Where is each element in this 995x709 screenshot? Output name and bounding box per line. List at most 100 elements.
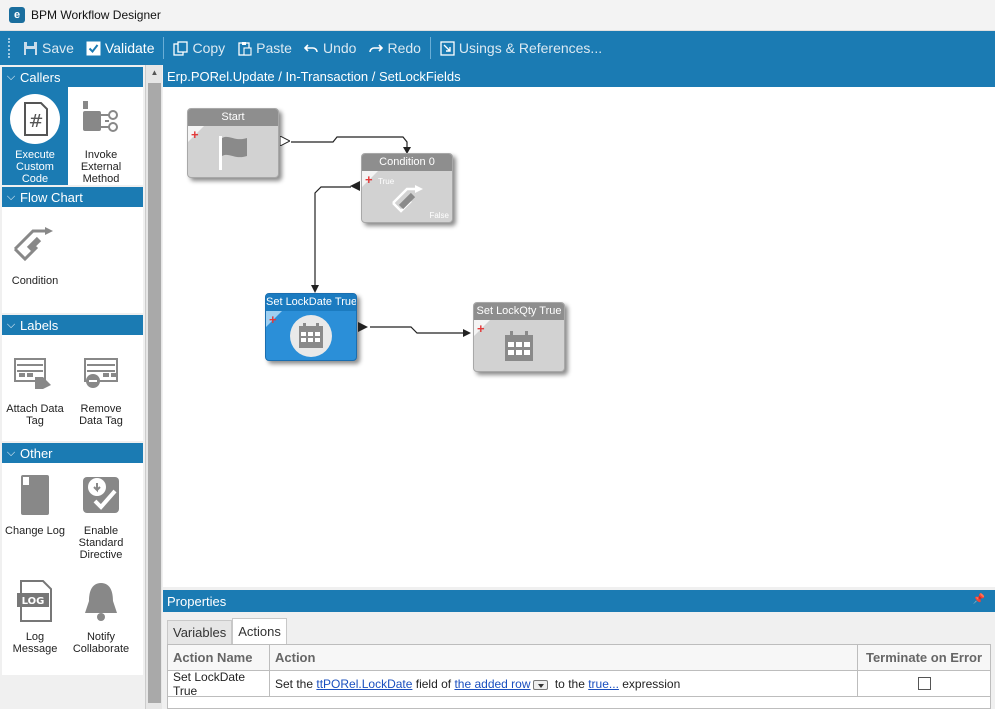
category-other-items-row1: Change Log Enable Standard Directive	[2, 463, 143, 569]
references-icon	[440, 40, 455, 56]
tool-remove-data-tag[interactable]: Remove Data Tag	[68, 335, 134, 441]
tool-label: Remove Data Tag	[79, 403, 123, 427]
usings-label: Usings & References...	[458, 40, 603, 56]
tool-invoke-external-method[interactable]: Invoke External Method	[68, 87, 134, 185]
workflow-canvas[interactable]: Start + Condition 0 + True False Set Loc…	[163, 87, 995, 587]
toolbar-separator	[429, 37, 431, 59]
redo-button[interactable]: Redo	[362, 34, 426, 62]
category-header-labels[interactable]: ⌵ Labels	[2, 315, 143, 335]
toolbar-grip[interactable]	[8, 38, 11, 58]
calendar-icon	[290, 314, 332, 357]
output-port-icon[interactable]	[358, 322, 368, 332]
tab-actions[interactable]: Actions	[232, 618, 287, 644]
save-button[interactable]: Save	[17, 34, 80, 62]
tool-attach-data-tag[interactable]: Attach Data Tag	[2, 335, 68, 441]
add-icon[interactable]: +	[269, 313, 277, 326]
svg-text:LOG: LOG	[22, 596, 45, 607]
checkbox-check-icon	[86, 41, 101, 55]
category-header-callers[interactable]: ⌵ Callers	[2, 67, 143, 87]
node-title: Set LockQty True	[474, 303, 564, 320]
input-port-icon[interactable]	[350, 181, 360, 191]
expression-link[interactable]: true...	[588, 677, 619, 691]
category-other-items-row2: LOG Log Message Notify Collaborate	[2, 569, 143, 675]
category-header-flow-chart[interactable]: ⌵ Flow Chart	[2, 187, 143, 207]
tool-label: Enable Standard Directive	[78, 525, 124, 561]
tool-change-log[interactable]: Change Log	[2, 463, 68, 569]
output-port-icon[interactable]	[280, 136, 290, 146]
validate-button[interactable]: Validate	[80, 34, 161, 62]
condition-icon	[392, 184, 423, 213]
chevron-down-icon: ⌵	[6, 318, 16, 331]
copy-icon	[173, 40, 189, 56]
pin-icon[interactable]: 📌	[973, 594, 985, 605]
tool-execute-custom-code[interactable]: # Execute Custom Code	[2, 87, 68, 185]
toolbox-scrollbar[interactable]: ▲	[145, 65, 162, 709]
copy-button[interactable]: Copy	[167, 34, 231, 62]
category-labels-items: Attach Data Tag Remove Data Tag	[2, 335, 143, 441]
action-text: to the	[551, 676, 589, 691]
app-logo-icon: e	[9, 7, 25, 23]
tool-condition[interactable]: Condition	[2, 207, 68, 313]
tool-label: Change Log	[5, 525, 65, 537]
properties-panel: Variables Actions Action Name Action Ter…	[163, 612, 995, 709]
actions-grid: Action Name Action Terminate on Error Se…	[167, 644, 991, 709]
category-header-other[interactable]: ⌵ Other	[2, 443, 143, 463]
toolbox-sidebar: ⌵ Callers # Execute Custom Code Invoke E…	[0, 65, 145, 709]
scrollbar-thumb[interactable]	[148, 83, 161, 703]
tool-notify-collaborate[interactable]: Notify Collaborate	[68, 569, 134, 675]
attach-tag-icon	[9, 347, 61, 399]
column-header-terminate-on-error[interactable]: Terminate on Error	[858, 645, 990, 670]
paste-button[interactable]: Paste	[231, 34, 298, 62]
undo-label: Undo	[322, 40, 357, 56]
tab-variables[interactable]: Variables	[167, 620, 233, 644]
tool-log-message[interactable]: LOG Log Message	[2, 569, 68, 675]
tool-label: Log Message	[12, 631, 58, 655]
cell-action: Set the ttPORel.LockDate field of the ad…	[270, 671, 858, 696]
tool-label: Notify Collaborate	[72, 631, 130, 655]
undo-button[interactable]: Undo	[298, 34, 362, 62]
bell-icon	[75, 575, 127, 627]
calendar-icon	[505, 330, 533, 361]
node-set-lockqty-true[interactable]: Set LockQty True +	[473, 302, 565, 372]
node-condition-0[interactable]: Condition 0 + True False	[350, 153, 453, 223]
node-start[interactable]: Start +	[187, 108, 290, 178]
breadcrumb-text: Erp.PORel.Update / In-Transaction / SetL…	[167, 68, 461, 84]
node-set-lockdate-true[interactable]: Set LockDate True +	[265, 293, 368, 361]
row-dropdown-icon[interactable]	[532, 679, 548, 690]
column-header-action[interactable]: Action	[270, 645, 858, 670]
tool-enable-standard-directive[interactable]: Enable Standard Directive	[68, 463, 134, 569]
cell-terminate-on-error	[858, 671, 990, 696]
log-icon: LOG	[9, 575, 61, 627]
scroll-up-icon[interactable]: ▲	[149, 68, 160, 81]
window-title: BPM Workflow Designer	[31, 8, 161, 22]
category-flowchart-items: Condition	[2, 207, 143, 313]
category-label: Labels	[20, 317, 59, 333]
column-header-action-name[interactable]: Action Name	[168, 645, 270, 670]
row-link[interactable]: the added row	[454, 677, 530, 691]
usings-references-button[interactable]: Usings & References...	[434, 34, 608, 62]
action-text: expression	[618, 676, 681, 691]
tool-label: Attach Data Tag	[6, 403, 64, 427]
paste-label: Paste	[256, 40, 292, 56]
enable-directive-icon	[75, 469, 127, 521]
add-icon[interactable]: +	[191, 128, 199, 141]
tool-label: Condition	[11, 275, 59, 287]
toolbar-separator	[163, 37, 165, 59]
action-text: Set the	[275, 676, 317, 691]
category-label: Flow Chart	[20, 189, 83, 205]
properties-header: Properties 📌	[163, 590, 995, 612]
category-callers-items: # Execute Custom Code Invoke External Me…	[2, 87, 143, 185]
add-icon[interactable]: +	[477, 322, 485, 335]
redo-icon	[369, 43, 384, 52]
paste-icon	[238, 41, 252, 56]
false-branch-label: False	[429, 211, 449, 220]
table-row[interactable]: Set LockDate True Set the ttPORel.LockDa…	[168, 670, 990, 698]
flag-icon	[219, 135, 247, 170]
copy-label: Copy	[192, 40, 226, 56]
node-title: Condition 0	[362, 154, 452, 171]
save-label: Save	[42, 40, 74, 56]
undo-icon	[303, 43, 318, 52]
terminate-on-error-checkbox[interactable]	[917, 677, 931, 690]
field-link[interactable]: ttPORel.LockDate	[316, 677, 412, 691]
add-icon[interactable]: +	[365, 173, 373, 186]
